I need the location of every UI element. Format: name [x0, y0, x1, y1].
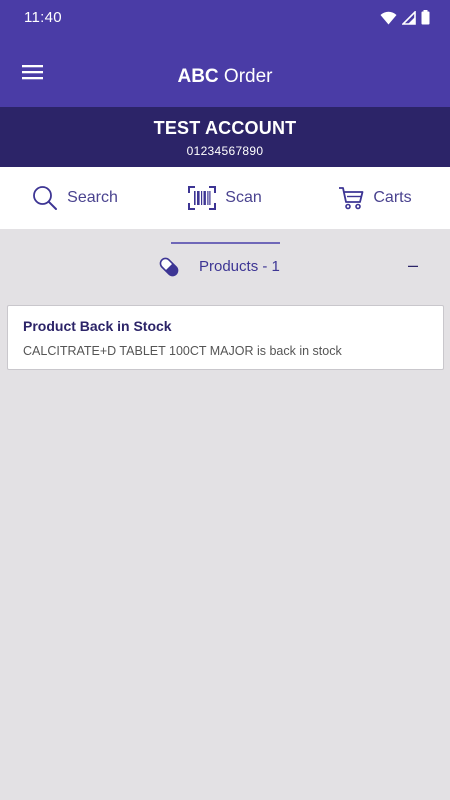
content-area: Products - 1 – Product Back in Stock CAL… — [0, 229, 450, 800]
products-section-label: Products - 1 — [199, 258, 280, 275]
notification-title: Product Back in Stock — [23, 318, 172, 334]
cart-icon — [339, 187, 364, 210]
status-bar: 11:40 — [0, 0, 450, 35]
app-title: ABC Order — [0, 66, 450, 88]
app-title-bold: ABC — [177, 66, 219, 87]
account-number: 01234567890 — [186, 144, 264, 158]
scan-button[interactable]: Scan — [150, 186, 300, 210]
pill-icon — [159, 257, 179, 277]
battery-icon — [421, 10, 430, 25]
products-section-header[interactable]: Products - 1 – — [0, 251, 450, 283]
scan-label: Scan — [225, 189, 262, 206]
carts-label: Carts — [373, 189, 412, 206]
account-header: TEST ACCOUNT 01234567890 — [0, 107, 450, 167]
action-bar: Search Scan Carts — [0, 167, 450, 229]
status-time: 11:40 — [24, 9, 62, 26]
section-divider — [171, 242, 280, 244]
search-label: Search — [67, 189, 118, 206]
app-title-rest: Order — [218, 66, 273, 87]
carts-button[interactable]: Carts — [300, 186, 450, 210]
collapse-toggle[interactable]: – — [408, 255, 418, 276]
barcode-scan-icon — [188, 186, 217, 210]
system-icons — [380, 10, 430, 25]
search-icon — [33, 186, 58, 210]
notification-body: CALCITRATE+D TABLET 100CT MAJOR is back … — [23, 344, 342, 358]
app-bar: ABC Order — [0, 35, 450, 107]
signal-icon — [402, 10, 416, 25]
search-button[interactable]: Search — [0, 185, 150, 211]
notification-card[interactable]: Product Back in Stock CALCITRATE+D TABLE… — [7, 305, 444, 370]
wifi-icon — [380, 11, 397, 24]
account-name: TEST ACCOUNT — [153, 118, 297, 138]
